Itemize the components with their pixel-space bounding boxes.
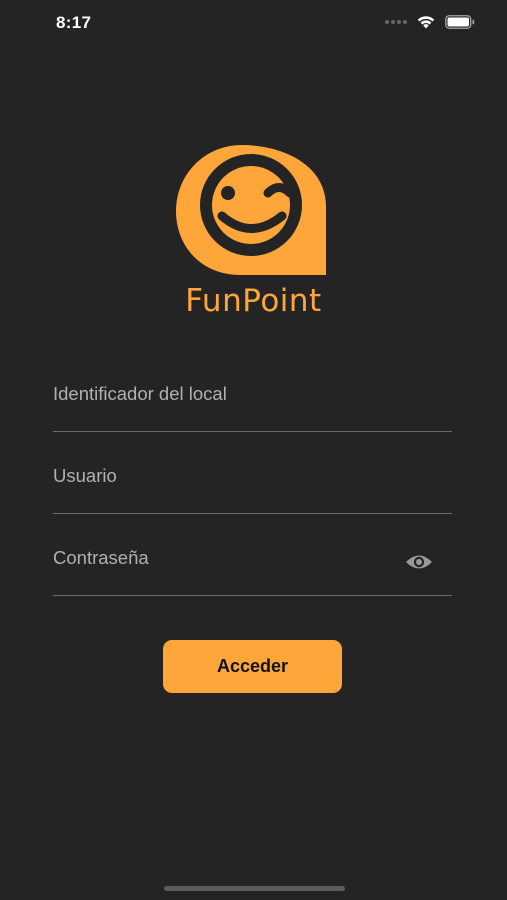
password-placeholder: Contraseña — [53, 547, 149, 568]
battery-icon — [445, 14, 475, 29]
local-id-field[interactable]: Identificador del local — [53, 370, 452, 432]
login-button[interactable]: Acceder — [163, 640, 342, 693]
status-time: 8:17 — [56, 13, 92, 32]
wifi-icon — [417, 16, 435, 29]
winking-face-bubble-icon — [176, 145, 326, 275]
eye-icon[interactable] — [405, 552, 433, 572]
local-id-placeholder: Identificador del local — [53, 383, 227, 404]
username-placeholder: Usuario — [53, 465, 117, 486]
username-field[interactable]: Usuario — [53, 452, 452, 514]
password-field[interactable]: Contraseña — [53, 534, 452, 596]
status-icons — [385, 14, 475, 29]
home-indicator[interactable] — [164, 886, 345, 891]
status-bar: 8:17 — [0, 0, 507, 48]
brand-name: FunPoint — [185, 283, 322, 319]
cellular-signal-icon — [385, 19, 407, 24]
login-screen: 8:17 FunPoint Identificador del local Us… — [0, 0, 507, 900]
